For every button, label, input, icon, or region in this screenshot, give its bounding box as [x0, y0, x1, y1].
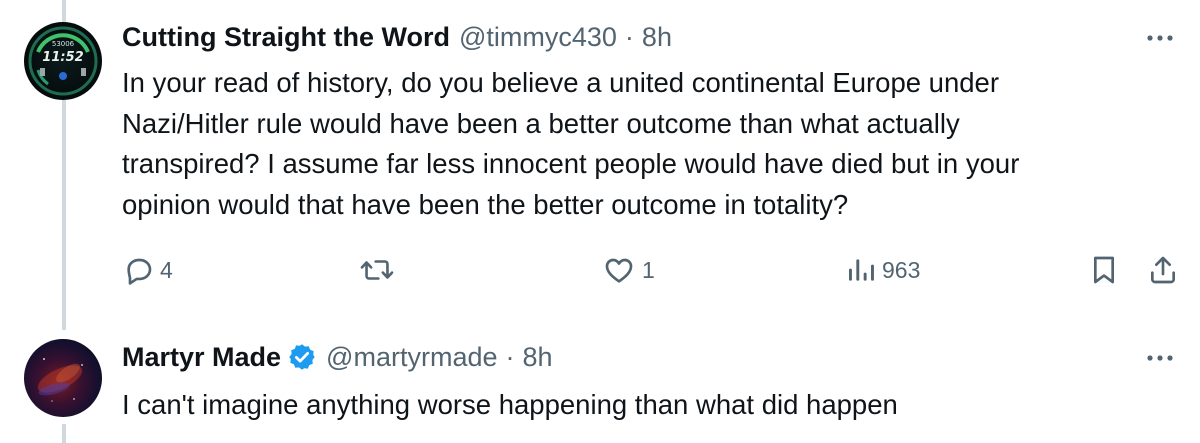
display-name[interactable]: Cutting Straight the Word — [122, 22, 450, 53]
views-icon — [849, 259, 874, 281]
smartwatch-face-avatar-image: 53006 11:52 — [28, 26, 98, 96]
thread-line — [62, 100, 66, 330]
bookmark-button[interactable] — [1090, 250, 1118, 290]
avatar[interactable]: 53006 11:52 — [24, 22, 102, 100]
avatar[interactable] — [24, 339, 102, 417]
tweet-actions: 4 1 963 — [122, 250, 1182, 290]
display-name[interactable]: Martyr Made — [122, 342, 281, 373]
more-icon — [1147, 355, 1173, 361]
reply-icon — [127, 258, 152, 285]
avatar-clock-time: 11:52 — [42, 50, 83, 65]
tweet-timestamp[interactable]: 8h — [642, 22, 672, 53]
share-button[interactable] — [1148, 250, 1178, 290]
more-icon — [1147, 35, 1173, 41]
retweet-icon — [360, 260, 394, 280]
thread-line — [62, 424, 66, 443]
like-count: 1 — [642, 256, 655, 283]
separator-dot: · — [624, 21, 634, 52]
verified-badge-icon[interactable] — [287, 342, 317, 372]
views-button[interactable]: 963 — [846, 250, 920, 290]
reply-count: 4 — [160, 256, 173, 283]
tweet-timestamp[interactable]: 8h — [523, 342, 553, 373]
like-button[interactable]: 1 — [602, 250, 655, 290]
tweet-header: Martyr Made @martyrmade · 8h — [122, 340, 553, 374]
separator-dot: · — [505, 341, 515, 372]
tweet-text: In your read of history, do you believe … — [122, 67, 1020, 220]
share-icon — [1151, 256, 1175, 284]
view-count: 963 — [882, 256, 921, 283]
tweet-header: Cutting Straight the Word @timmyc430 · 8… — [122, 20, 672, 54]
retweet-button[interactable] — [360, 250, 394, 290]
thread-line — [62, 0, 66, 22]
like-icon — [605, 258, 633, 283]
nebula-avatar-image — [37, 358, 83, 402]
avatar-step-count: 53006 — [52, 40, 75, 48]
bookmark-icon — [1094, 256, 1114, 284]
reply-button[interactable]: 4 — [122, 250, 173, 290]
user-handle[interactable]: @timmyc430 — [459, 22, 617, 53]
more-options-button[interactable] — [1140, 343, 1180, 373]
more-options-button[interactable] — [1140, 23, 1180, 53]
user-handle[interactable]: @martyrmade — [326, 342, 497, 373]
tweet-text: I can't imagine anything worse happening… — [122, 389, 898, 420]
